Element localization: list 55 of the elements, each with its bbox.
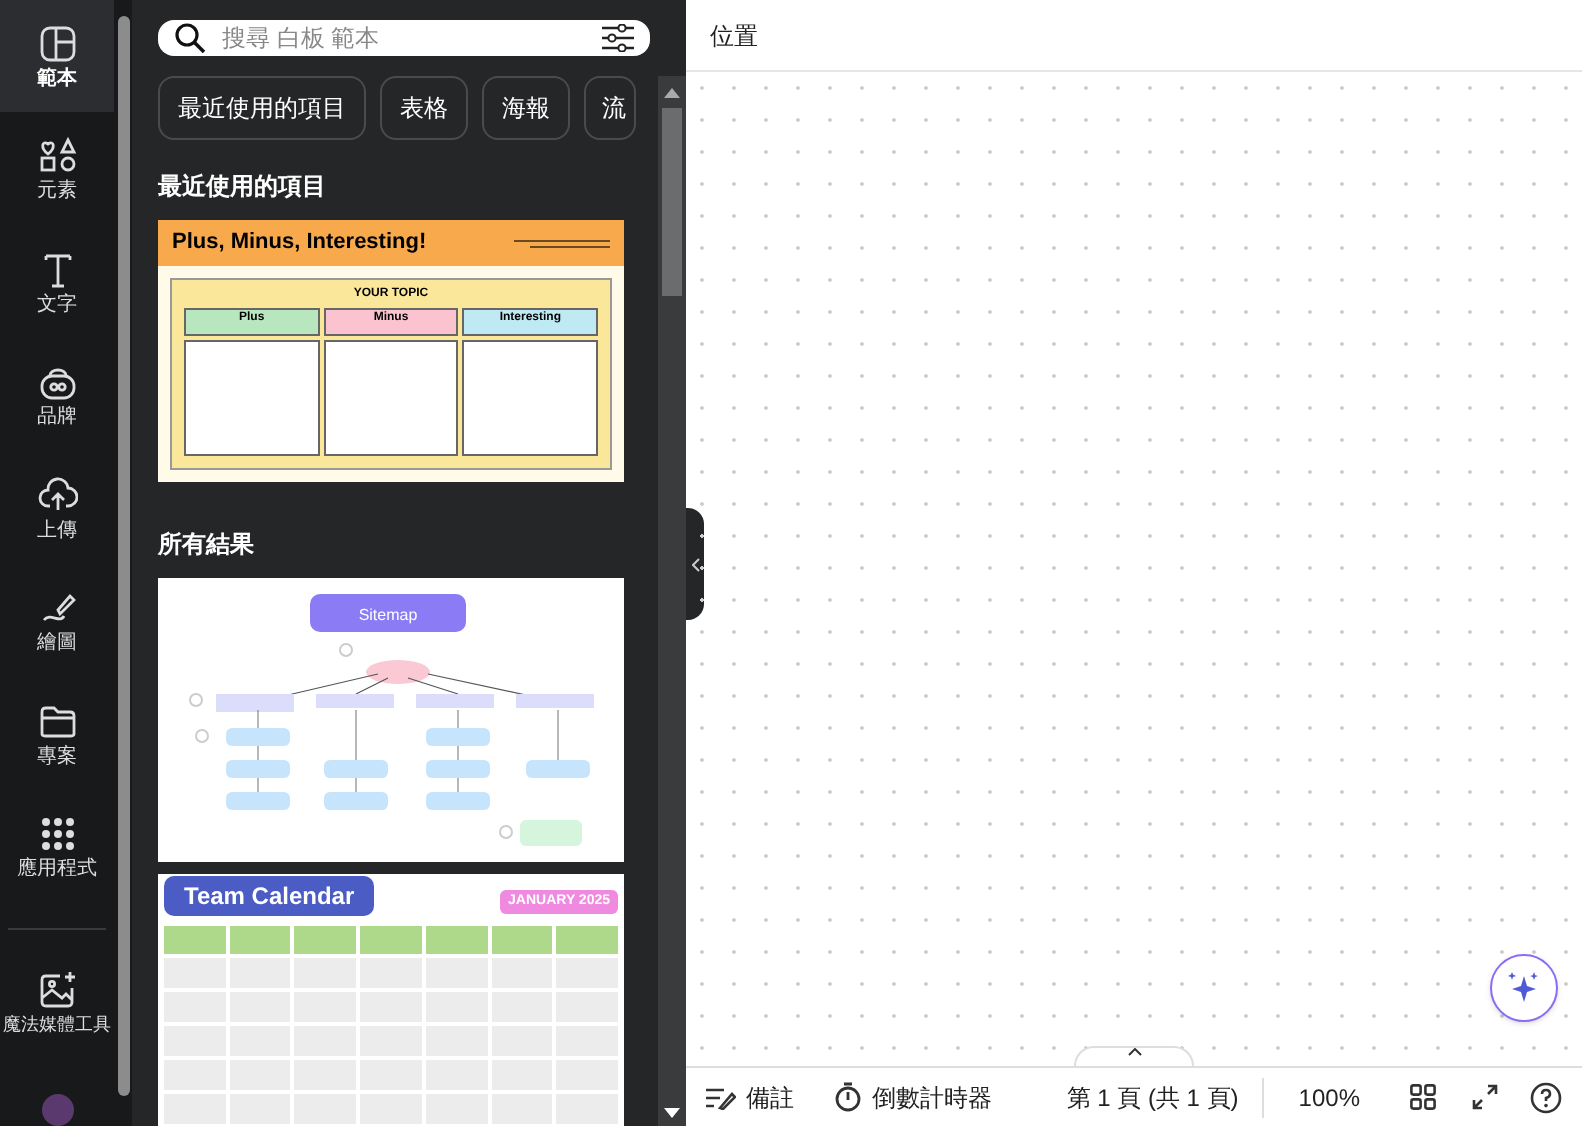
sidebar-tab[interactable]: 元素 xyxy=(0,112,114,226)
notes-icon xyxy=(706,1085,736,1109)
scrollbar-thumb[interactable] xyxy=(662,108,682,296)
magic-sparkle-button[interactable] xyxy=(1490,954,1558,1022)
column-box xyxy=(184,340,320,456)
column-box xyxy=(462,340,599,456)
sidebar-tab[interactable]: 上傳 xyxy=(0,451,114,565)
timer-button[interactable]: 倒數計時器 xyxy=(834,1079,992,1115)
cloud-upload-icon xyxy=(37,475,77,516)
sliders-icon xyxy=(602,24,634,52)
sidebar-tab[interactable]: 品牌 xyxy=(0,338,114,452)
scrollbar-thumb[interactable] xyxy=(117,16,129,1096)
chevron-up-icon xyxy=(1127,1048,1141,1056)
filter-chip[interactable]: 最近使用的項目 xyxy=(158,76,366,140)
help-icon xyxy=(1530,1081,1562,1113)
sparkle-icon xyxy=(1506,970,1542,1006)
sidebar-tab[interactable]: 專案 xyxy=(0,677,114,791)
search-icon xyxy=(174,22,206,54)
fullscreen-button[interactable] xyxy=(1472,1084,1498,1110)
grid-icon xyxy=(37,814,77,855)
scroll-down-icon[interactable] xyxy=(664,1108,680,1118)
chevron-left-icon xyxy=(691,557,699,571)
zoom-level[interactable]: 100% xyxy=(1298,1079,1360,1115)
image-sparkle-icon xyxy=(37,970,77,1011)
location-label: 位置 xyxy=(710,19,758,53)
collapse-handle[interactable] xyxy=(686,508,704,620)
column-box xyxy=(323,340,459,456)
filter-chip[interactable]: 流 xyxy=(584,76,636,140)
layout-icon xyxy=(37,23,77,64)
shapes-icon xyxy=(37,136,77,177)
help-button[interactable] xyxy=(1530,1081,1562,1113)
grid-view-button[interactable] xyxy=(1410,1084,1436,1110)
folder-icon xyxy=(37,701,77,742)
expand-icon xyxy=(1472,1084,1498,1110)
scroll-up-icon[interactable] xyxy=(664,88,680,98)
filter-chip[interactable]: 表格 xyxy=(380,76,468,140)
sidebar-tab[interactable]: 魔法媒體工具 xyxy=(0,953,114,1051)
notes-button[interactable]: 備註 xyxy=(706,1079,794,1115)
calendar-title: Team Calendar xyxy=(164,876,375,916)
sidebar-tab[interactable]: 範本 xyxy=(0,0,114,113)
search-bar[interactable]: 搜尋 白板 範本 xyxy=(158,20,650,56)
section-heading: 所有結果 xyxy=(158,528,256,562)
tiny-text-lines xyxy=(514,239,610,247)
filter-button[interactable] xyxy=(602,24,634,52)
filter-chip[interactable]: 海報 xyxy=(482,76,570,140)
stopwatch-icon xyxy=(834,1082,862,1112)
diagram-title: Sitemap xyxy=(358,606,418,624)
sidebar-tab[interactable]: 應用程式 xyxy=(0,790,114,904)
search-field[interactable]: 搜尋 白板 範本 xyxy=(222,20,586,56)
sidebar-tab[interactable]: 繪圖 xyxy=(0,564,114,678)
sidebar-tab[interactable]: 文字 xyxy=(0,225,114,339)
template-title: Plus, Minus, Interesting! xyxy=(172,228,427,259)
page-indicator[interactable]: 第 1 頁 (共 1 頁) xyxy=(1066,1079,1239,1115)
section-heading: 最近使用的項目 xyxy=(158,170,328,204)
grid-view-icon xyxy=(1410,1084,1436,1110)
